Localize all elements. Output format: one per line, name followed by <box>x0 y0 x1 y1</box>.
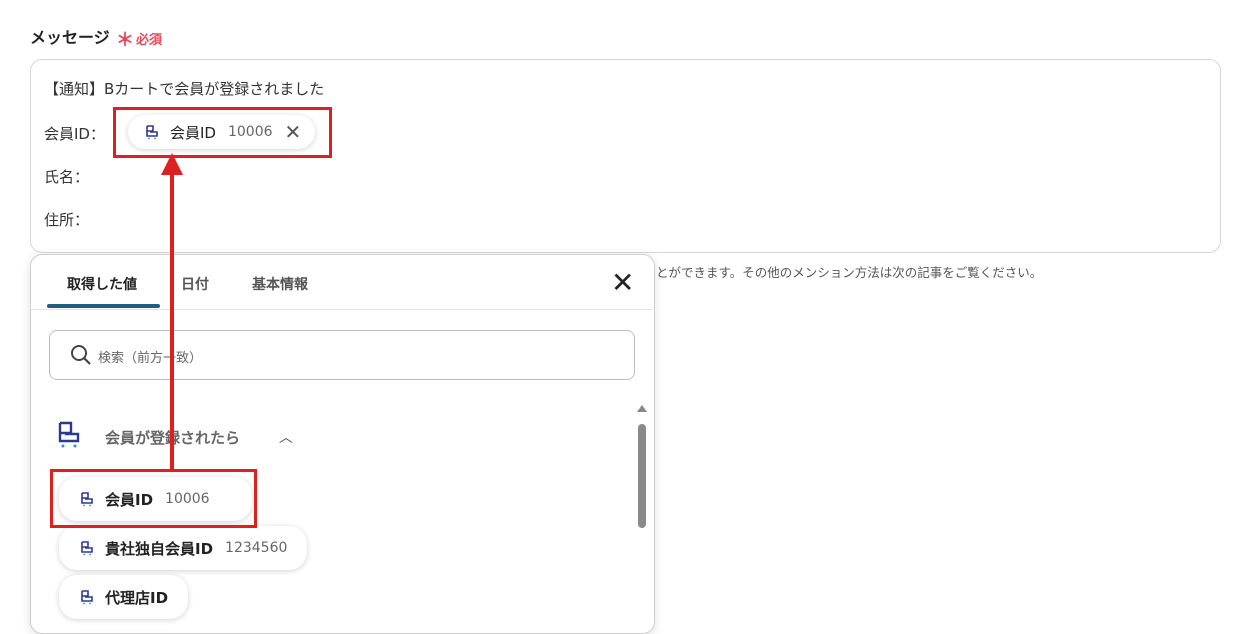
scroll-up-arrow[interactable] <box>637 405 647 412</box>
message-line-name: 氏名： <box>44 168 90 186</box>
close-icon[interactable]: ✕ <box>611 269 634 297</box>
message-line-member-id: 会員ID： <box>44 125 105 143</box>
bcart-icon <box>79 589 95 605</box>
required-star: ＊ <box>116 30 134 51</box>
variable-item-label: 代理店ID <box>105 588 169 607</box>
chevron-up-icon[interactable]: ︿ <box>279 427 293 447</box>
highlight-variable-item <box>50 469 257 528</box>
variable-item[interactable]: 代理店ID <box>59 575 189 619</box>
help-text: とができます。その他のメンション方法は次の記事をご覧ください。 <box>656 265 1043 280</box>
bcart-icon <box>57 421 81 453</box>
variable-item-label: 貴社独自会員ID <box>105 539 214 558</box>
bcart-icon <box>79 540 95 556</box>
search-icon <box>70 344 92 370</box>
annotation-arrow-line <box>170 172 174 472</box>
tab-acquired-values[interactable]: 取得した値 <box>67 274 137 294</box>
message-line-address: 住所： <box>44 211 90 229</box>
annotation-arrow-head <box>161 153 183 175</box>
active-tab-indicator <box>47 304 160 308</box>
search-input[interactable]: 検索（前方一致） <box>49 330 635 380</box>
variable-item-value: 1234560 <box>225 540 288 556</box>
variable-item[interactable]: 貴社独自会員ID 1234560 <box>59 526 308 570</box>
highlight-inserted-chip <box>113 107 332 158</box>
variable-picker-panel: 取得した値 日付 基本情報 ✕ 検索（前方一致） 会員が登録されたら ︿ 会員I… <box>30 254 655 634</box>
tab-divider <box>31 309 652 310</box>
tab-basic-info[interactable]: 基本情報 <box>252 274 308 294</box>
tab-date[interactable]: 日付 <box>181 274 209 294</box>
required-text: 必須 <box>136 33 163 48</box>
field-label: メッセージ <box>30 28 110 47</box>
search-placeholder: 検索（前方一致） <box>98 351 203 366</box>
required-badge: ＊必須 <box>116 26 162 52</box>
scrollbar-thumb[interactable] <box>638 424 646 528</box>
message-line-1: 【通知】Bカートで会員が登録されました <box>44 80 325 98</box>
